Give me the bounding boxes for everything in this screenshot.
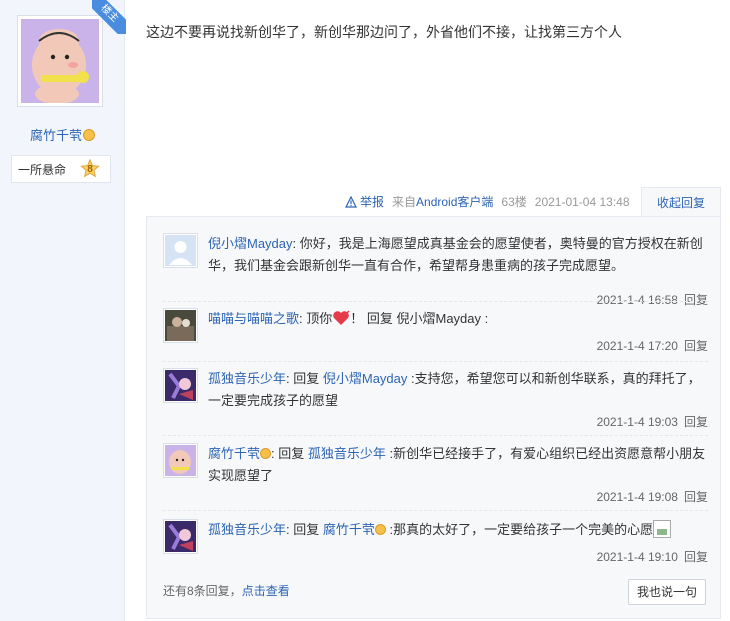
view-more-link[interactable]: 点击查看 (242, 584, 290, 598)
reply-text: :那真的太好了，一定要给孩子一个完美的心愿 (385, 522, 654, 537)
reply-body: 倪小熠Mayday: 你好，我是上海愿望成真基金会的愿望使者，奥特曼的官方授权在… (208, 233, 708, 277)
broken-image-icon (653, 520, 672, 538)
more-replies-text: 还有8条回复， (163, 584, 242, 598)
reply-footer: 2021-1-4 16:58 回复 (597, 291, 708, 308)
avatar-image (165, 310, 196, 341)
avatar-image (21, 19, 99, 103)
reply-button[interactable]: 回复 (684, 339, 708, 353)
reply-button[interactable]: 回复 (684, 490, 708, 504)
level-badge[interactable]: 一所悬命 8 (11, 155, 111, 183)
op-badge: 楼主 (92, 0, 126, 34)
avatar-image (165, 521, 196, 552)
reply-footer: 2021-1-4 19:10 回复 (597, 548, 708, 565)
reply-username[interactable]: 孤独音乐少年 (208, 371, 286, 386)
level-number: 8 (87, 164, 93, 175)
floor-number: 63楼 (501, 195, 527, 209)
reply-body: 腐竹千茕: 回复 孤独音乐少年 :新创华已经接手了，有爱心组织已经出资愿意帮小朋… (208, 443, 708, 487)
reply-username[interactable]: 倪小熠Mayday (208, 236, 293, 251)
collapse-replies-button[interactable]: 收起回复 (641, 187, 721, 217)
default-user-icon (165, 235, 196, 266)
reply-body: 孤独音乐少年: 回复 倪小熠Mayday :支持您，希望您可以和新创华联系，真的… (208, 368, 708, 412)
reply-list: 倪小熠Mayday: 你好，我是上海愿望成真基金会的愿望使者，奥特曼的官方授权在… (146, 216, 721, 619)
more-replies: 还有8条回复，点击查看 (163, 582, 290, 599)
reply-body: 孤独音乐少年: 回复 腐竹千茕 :那真的太好了，一定要给孩子一个完美的心愿 (208, 519, 708, 541)
warning-icon (345, 195, 357, 208)
author-name-link[interactable]: 腐竹千茕 (0, 125, 125, 144)
reply-time: 2021-1-4 17:20 (596, 339, 678, 353)
reply-divider (163, 361, 708, 362)
reply-footer: 2021-1-4 19:03 回复 (597, 413, 708, 430)
author-name-text: 腐竹千茕 (29, 128, 82, 143)
avatar-image (165, 445, 196, 476)
reply-time: 2021-1-4 16:58 (596, 293, 678, 307)
post-content: 这边不要再说找新创华了，新创华那边问了，外省他们不接，让找第三方个人 (146, 24, 622, 40)
reply-text-pre: 顶你 (306, 311, 333, 326)
reply-text-post: ！ 回复 倪小熠Mayday : (350, 311, 489, 326)
reply-word: 回复 (278, 446, 308, 461)
post-time: 2021-01-04 13:48 (534, 194, 630, 209)
reply-footer: 2021-1-4 19:08 回复 (597, 488, 708, 505)
reply-button[interactable]: 回复 (684, 550, 708, 564)
reply-avatar[interactable] (163, 368, 198, 403)
reply-username[interactable]: 孤独音乐少年 (208, 522, 286, 537)
reply-divider (163, 435, 708, 436)
reply-time: 2021-1-4 19:10 (596, 550, 678, 564)
smile-emoji-icon (83, 129, 95, 141)
smile-emoji-icon (374, 524, 386, 535)
reply-target-user[interactable]: 孤独音乐少年 (308, 446, 386, 461)
level-title: 一所悬命 (18, 162, 67, 177)
reply-username[interactable]: 腐竹千茕 (208, 446, 260, 461)
reply-sep: : (292, 236, 300, 251)
client-info: 来自Android客户端 (392, 193, 493, 210)
report-label: 举报 (360, 195, 385, 209)
author-avatar[interactable] (17, 15, 103, 107)
reply-button[interactable]: 回复 (684, 293, 708, 307)
op-badge-label: 楼主 (92, 0, 126, 34)
reply-button[interactable]: 回复 (684, 415, 708, 429)
reply-avatar[interactable] (163, 519, 198, 554)
reply-divider (163, 510, 708, 511)
reply-time: 2021-1-4 19:03 (596, 415, 678, 429)
reply-footer: 2021-1-4 17:20 回复 (597, 337, 708, 354)
heart-emoji-icon (332, 310, 350, 326)
reply-divider (163, 301, 708, 302)
reply-time: 2021-1-4 19:08 (596, 490, 678, 504)
reply-word: 回复 (293, 371, 323, 386)
report-button[interactable]: 举报 (345, 193, 384, 210)
post-meta-bar: 举报 来自Android客户端 63楼 2021-01-04 13:48 (345, 193, 630, 210)
reply-target-user[interactable]: 倪小熠Mayday (323, 371, 408, 386)
reply-avatar[interactable] (163, 443, 198, 478)
avatar-image (165, 370, 196, 401)
reply-avatar[interactable] (163, 308, 198, 343)
client-prefix: 来自 (392, 195, 417, 209)
smile-emoji-icon (260, 448, 272, 459)
reply-avatar[interactable] (163, 233, 198, 268)
reply-word: 回复 (293, 522, 323, 537)
add-comment-button[interactable]: 我也说一句 (628, 579, 706, 605)
reply-body: 喵喵与喵喵之歌: 顶你！ 回复 倪小熠Mayday : (208, 308, 708, 330)
reply-target-user[interactable]: 腐竹千茕 (323, 522, 375, 537)
reply-username[interactable]: 喵喵与喵喵之歌 (208, 311, 299, 326)
author-sidebar: 楼主 腐竹千茕 一所悬命 8 (0, 0, 126, 621)
client-link[interactable]: Android客户端 (416, 195, 493, 209)
